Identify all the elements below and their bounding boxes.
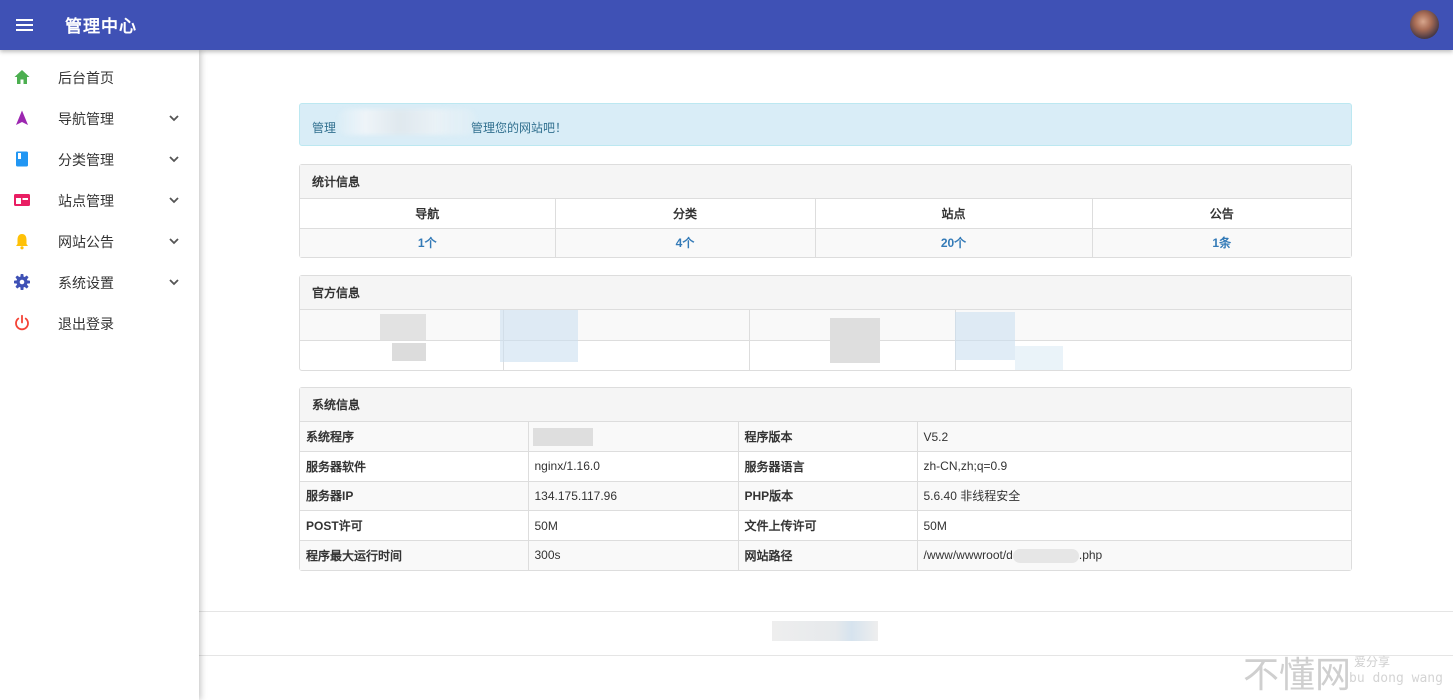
system-value-path: /www/wwwroot/d .php xyxy=(916,539,1351,570)
system-value: V5.2 xyxy=(916,422,1351,453)
system-value: 134.175.117.96 xyxy=(527,480,739,512)
redacted-official-info xyxy=(500,310,578,362)
stat-value-announcement[interactable]: 1条 xyxy=(1091,227,1351,257)
system-value: 50M xyxy=(527,510,739,541)
top-app-bar: 管理中心 xyxy=(0,0,1453,50)
table-row: 程序最大运行时间 300s 网站路径 /www/wwwroot/d .php xyxy=(300,539,1351,570)
official-panel-title: 官方信息 xyxy=(300,276,1351,310)
watermark-logo: 不懂网 xyxy=(1243,655,1352,696)
system-panel-title: 系统信息 xyxy=(300,388,1351,422)
system-key: 服务器语言 xyxy=(737,451,918,482)
redacted-official-info xyxy=(1015,346,1063,370)
system-key: POST许可 xyxy=(300,510,529,541)
alert-text-suffix: 管理您的网站吧！ xyxy=(471,121,568,135)
sidebar-item-label: 站点管理 xyxy=(58,192,114,209)
gear-icon xyxy=(14,274,30,290)
system-key: 服务器软件 xyxy=(300,451,529,482)
alert-text-prefix: 管理 xyxy=(312,121,337,135)
sidebar-item-home[interactable]: 后台首页 xyxy=(0,57,199,98)
stat-value-sites[interactable]: 20个 xyxy=(814,227,1093,257)
sidebar-item-label: 系统设置 xyxy=(58,274,114,291)
sidebar-item-announcement[interactable]: 网站公告 xyxy=(0,221,199,262)
system-key: 系统程序 xyxy=(300,422,529,453)
system-key: 服务器IP xyxy=(300,480,529,512)
sidebar-item-settings[interactable]: 系统设置 xyxy=(0,262,199,303)
table-row: 服务器软件 nginx/1.16.0 服务器语言 zh-CN,zh;q=0.9 xyxy=(300,451,1351,482)
hamburger-menu-icon[interactable] xyxy=(13,13,37,37)
main-content: 管理 管理您的网站吧！ 统计信息 导航 分类 站点 公告 1个 4个 20个 1… xyxy=(199,50,1453,700)
sidebar: 后台首页 导航管理 分类管理 站点管理 网站公告 系统设置 退出登录 xyxy=(0,50,199,700)
stat-header-nav: 导航 xyxy=(300,199,556,229)
official-info-table xyxy=(300,310,1351,370)
browser-window-icon xyxy=(14,194,30,206)
site-path-prefix: /www/wwwroot/d xyxy=(923,548,1013,562)
redacted-path xyxy=(1012,548,1079,563)
system-value xyxy=(527,422,739,453)
table-row: POST许可 50M 文件上传许可 50M xyxy=(300,510,1351,541)
redacted-official-info xyxy=(830,318,880,363)
watermark-pinyin: bu dong wang xyxy=(1349,671,1443,686)
chevron-down-icon xyxy=(169,279,179,286)
system-value: nginx/1.16.0 xyxy=(527,451,739,482)
app-title: 管理中心 xyxy=(65,17,137,36)
stat-value-category[interactable]: 4个 xyxy=(554,227,816,257)
sidebar-item-label: 退出登录 xyxy=(58,315,114,332)
stat-header-announcement: 公告 xyxy=(1091,199,1351,229)
system-info-table: 系统程序 程序版本 V5.2 服务器软件 nginx/1.16.0 服务器语言 … xyxy=(300,422,1351,570)
system-key: PHP版本 xyxy=(737,480,918,512)
sidebar-item-label: 后台首页 xyxy=(58,69,114,86)
welcome-alert: 管理 管理您的网站吧！ xyxy=(299,103,1352,146)
official-info-panel: 官方信息 xyxy=(299,275,1352,371)
system-value: 5.6.40 非线程安全 xyxy=(916,480,1351,512)
system-value: 300s xyxy=(527,539,739,570)
book-icon xyxy=(16,151,28,167)
sidebar-item-sites[interactable]: 站点管理 xyxy=(0,180,199,221)
stat-header-sites: 站点 xyxy=(814,199,1093,229)
redacted-site-name xyxy=(338,109,476,135)
redacted-official-info xyxy=(955,312,1015,360)
watermark-tagline: 爱分享 xyxy=(1354,655,1391,669)
system-value: zh-CN,zh;q=0.9 xyxy=(916,451,1351,482)
redacted-official-info xyxy=(392,343,426,361)
system-key: 程序最大运行时间 xyxy=(300,539,529,570)
sidebar-item-logout[interactable]: 退出登录 xyxy=(0,303,199,344)
site-path-suffix: .php xyxy=(1078,548,1103,562)
home-icon xyxy=(14,70,30,84)
redacted-official-info xyxy=(380,314,426,340)
chevron-down-icon xyxy=(169,156,179,163)
chevron-down-icon xyxy=(169,197,179,204)
system-key: 文件上传许可 xyxy=(737,510,918,541)
navigation-arrow-icon xyxy=(16,110,28,125)
stat-value-nav[interactable]: 1个 xyxy=(300,227,556,257)
stats-panel: 统计信息 导航 分类 站点 公告 1个 4个 20个 1条 xyxy=(299,164,1352,258)
stats-panel-title: 统计信息 xyxy=(300,165,1351,199)
sidebar-item-navigation[interactable]: 导航管理 xyxy=(0,98,199,139)
sidebar-item-label: 网站公告 xyxy=(58,233,114,250)
power-icon xyxy=(15,314,29,331)
stats-table: 导航 分类 站点 公告 1个 4个 20个 1条 xyxy=(300,199,1351,257)
table-row: 系统程序 程序版本 V5.2 xyxy=(300,422,1351,453)
system-info-panel: 系统信息 系统程序 程序版本 V5.2 服务器软件 nginx/1.16.0 服… xyxy=(299,387,1352,571)
system-value: 50M xyxy=(916,510,1351,541)
redacted-system-program xyxy=(532,428,593,446)
sidebar-item-label: 分类管理 xyxy=(58,151,114,168)
system-key: 网站路径 xyxy=(737,539,918,570)
user-avatar[interactable] xyxy=(1410,10,1439,39)
stat-header-category: 分类 xyxy=(554,199,816,229)
bell-icon xyxy=(16,234,28,250)
chevron-down-icon xyxy=(169,238,179,245)
table-row: 服务器IP 134.175.117.96 PHP版本 5.6.40 非线程安全 xyxy=(300,480,1351,512)
chevron-down-icon xyxy=(169,115,179,122)
redacted-footer-text xyxy=(772,621,878,641)
system-key: 程序版本 xyxy=(737,422,918,453)
sidebar-item-label: 导航管理 xyxy=(58,110,114,127)
sidebar-item-category[interactable]: 分类管理 xyxy=(0,139,199,180)
